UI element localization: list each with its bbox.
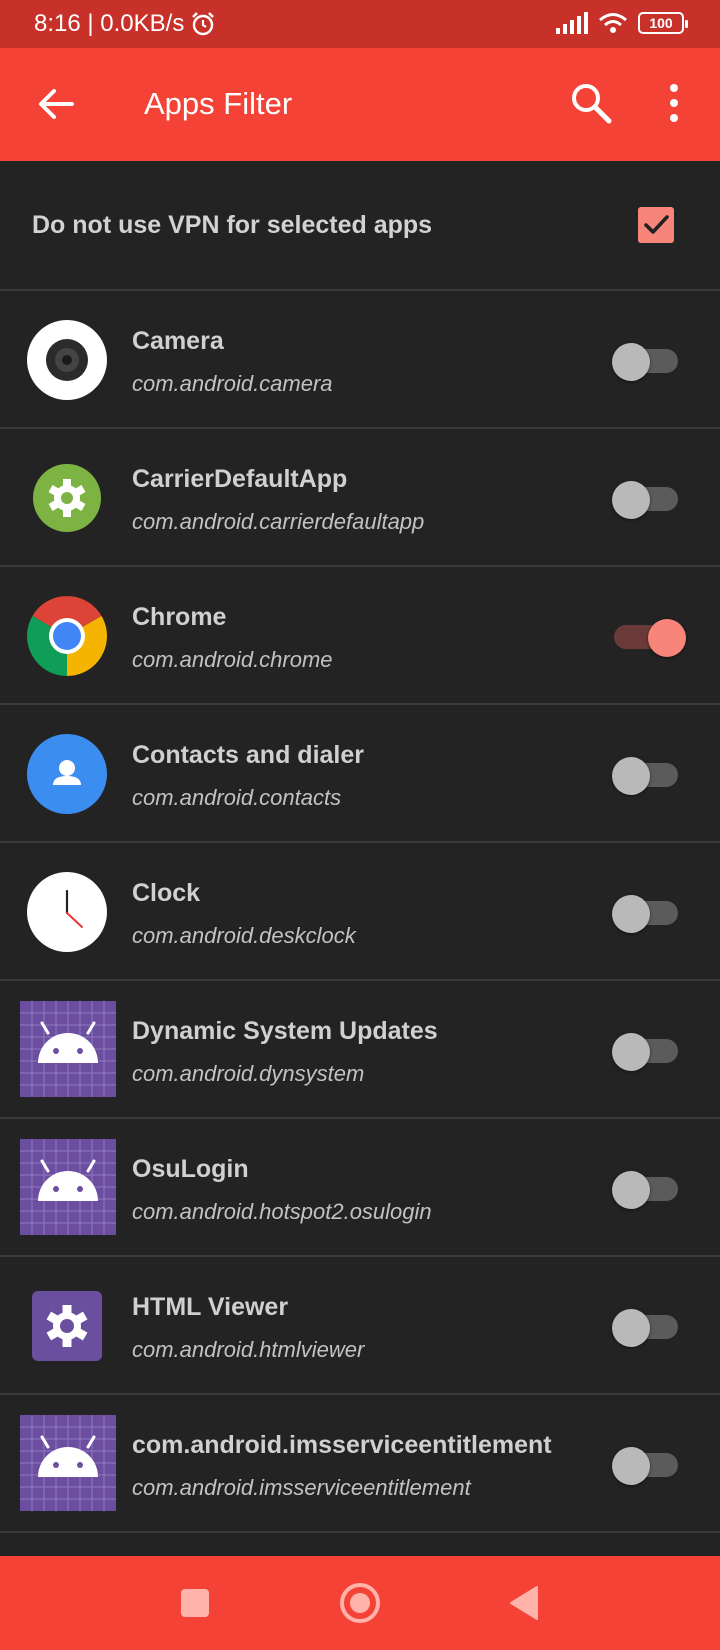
- more-vert-icon[interactable]: [660, 80, 688, 126]
- status-left: 8:16 | 0.0KB/s: [34, 10, 216, 38]
- list-item[interactable]: Chrome com.android.chrome: [0, 567, 720, 705]
- app-toggle[interactable]: [612, 343, 678, 381]
- alarm-icon: [192, 12, 215, 36]
- exclude-setting-label: Do not use VPN for selected apps: [32, 211, 433, 239]
- navigation-bar: [0, 1556, 720, 1650]
- list-item[interactable]: HTML Viewer com.android.htmlviewer: [0, 1257, 720, 1395]
- list-item[interactable]: com.android.imsserviceentitlement com.an…: [0, 1395, 720, 1533]
- app-name: Clock: [132, 879, 201, 907]
- app-package: com.android.contacts: [132, 785, 342, 810]
- status-bar: 8:16 | 0.0KB/s 100: [0, 0, 720, 48]
- android-icon: [20, 1415, 116, 1511]
- chrome-icon: [27, 596, 107, 676]
- app-toggle[interactable]: [612, 1447, 678, 1485]
- app-name: Contacts and dialer: [132, 741, 364, 769]
- app-package: com.android.htmlviewer: [132, 1337, 365, 1362]
- status-right: 100: [556, 12, 688, 34]
- app-package: com.android.dynsystem: [132, 1061, 365, 1086]
- app-name: Dynamic System Updates: [132, 1017, 438, 1045]
- app-package: com.android.imsserviceentitlement: [132, 1475, 471, 1500]
- list-item[interactable]: CarrierDefaultApp com.android.carrierdef…: [0, 429, 720, 567]
- wifi-icon: [599, 13, 627, 33]
- page-title: Apps Filter: [144, 86, 293, 121]
- check-icon: [644, 215, 669, 234]
- app-bar: Apps Filter: [0, 48, 720, 161]
- clock-icon: [27, 872, 107, 952]
- home-circle-icon[interactable]: [335, 1578, 385, 1628]
- settings-gear-icon: [32, 1291, 102, 1361]
- app-package: com.android.camera: [132, 371, 333, 396]
- app-toggle[interactable]: [612, 895, 678, 933]
- app-package: com.android.chrome: [132, 647, 333, 672]
- app-package: com.android.hotspot2.osulogin: [132, 1199, 432, 1224]
- exclude-setting-row[interactable]: Do not use VPN for selected apps: [0, 161, 720, 291]
- app-name: OsuLogin: [132, 1155, 249, 1183]
- app-package: com.android.carrierdefaultapp: [132, 509, 425, 534]
- app-name: HTML Viewer: [132, 1293, 289, 1321]
- contacts-icon: [27, 734, 107, 814]
- list-item[interactable]: Contacts and dialer com.android.contacts: [0, 705, 720, 843]
- app-toggle[interactable]: [612, 1171, 678, 1209]
- signal-icon: [556, 12, 588, 34]
- app-name: Camera: [132, 327, 224, 355]
- app-name: com.android.imsserviceentitlement: [132, 1431, 552, 1459]
- android-icon: [20, 1139, 116, 1235]
- app-toggle[interactable]: [612, 481, 678, 519]
- battery-level: 100: [649, 15, 673, 31]
- exclude-checkbox[interactable]: [638, 207, 674, 243]
- back-arrow-icon[interactable]: [34, 82, 78, 126]
- list-item[interactable]: Camera com.android.camera: [0, 291, 720, 429]
- battery-icon: 100: [638, 12, 688, 34]
- list-item[interactable]: Dynamic System Updates com.android.dynsy…: [0, 981, 720, 1119]
- back-triangle-icon[interactable]: [500, 1578, 550, 1628]
- app-toggle[interactable]: [612, 1033, 678, 1071]
- app-toggle[interactable]: [612, 1309, 678, 1347]
- app-package: com.android.deskclock: [132, 923, 356, 948]
- status-time-speed: 8:16 | 0.0KB/s: [34, 10, 185, 37]
- app-name: Chrome: [132, 603, 227, 631]
- android-icon: [20, 1001, 116, 1097]
- search-icon[interactable]: [568, 80, 614, 126]
- settings-gear-icon: [33, 464, 101, 532]
- list-item[interactable]: Clock com.android.deskclock: [0, 843, 720, 981]
- camera-icon: [27, 320, 107, 400]
- app-list: Camera com.android.camera CarrierDefault…: [0, 291, 720, 1533]
- app-toggle[interactable]: [612, 619, 686, 657]
- recents-square-icon[interactable]: [170, 1578, 220, 1628]
- list-item[interactable]: OsuLogin com.android.hotspot2.osulogin: [0, 1119, 720, 1257]
- app-toggle[interactable]: [612, 757, 678, 795]
- app-name: CarrierDefaultApp: [132, 465, 348, 493]
